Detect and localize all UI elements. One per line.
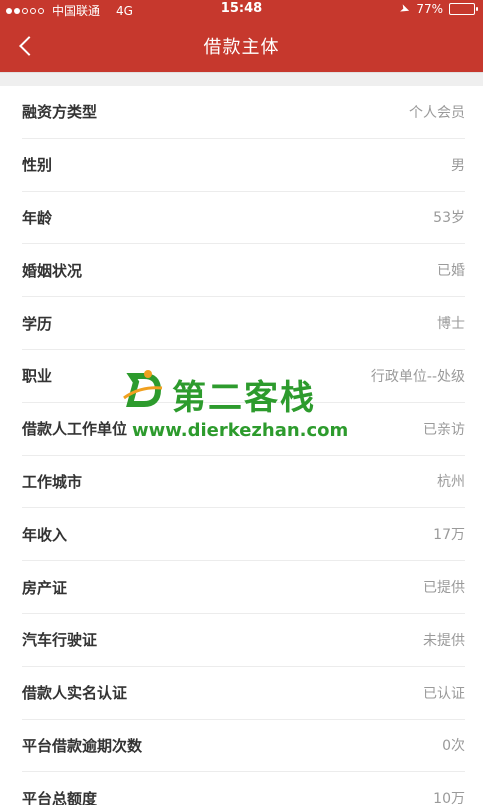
info-row: 借款人实名认证 已认证 (22, 667, 465, 720)
battery-icon (449, 3, 478, 15)
row-value: 男 (451, 157, 465, 174)
info-list: 融资方类型 个人会员性别 男年龄 53岁婚姻状况 已婚学历 博士职业 行政单位--处级借款人… (0, 86, 483, 805)
info-row: 平台借款逾期次数 0次 (22, 720, 465, 773)
info-row: 性别 男 (22, 139, 465, 192)
battery-percent: 77% (416, 2, 443, 16)
row-label: 借款人工作单位 (22, 420, 128, 439)
info-row: 工作城市 杭州 (22, 456, 465, 509)
info-row: 借款人工作单位 已亲访 (22, 403, 465, 456)
info-row: 年收入 17万 (22, 508, 465, 562)
row-label: 年收入 (22, 525, 68, 544)
row-label: 年龄 (22, 208, 53, 227)
info-row: 汽车行驶证 未提供 (22, 614, 465, 667)
info-row: 职业 行政单位--处级 (22, 350, 465, 403)
row-value: 53岁 (433, 210, 465, 227)
row-label: 婚姻状况 (22, 261, 83, 280)
header-bar: 中国联通 4G 15:48 ➤ 77% 借款主体 (0, 0, 483, 72)
row-value: 17万 (433, 527, 465, 544)
row-label: 平台借款逾期次数 (22, 736, 143, 755)
section-divider (0, 72, 483, 86)
row-label: 职业 (22, 367, 53, 386)
row-label: 汽车行驶证 (22, 631, 98, 650)
info-row: 婚姻状况 已婚 (22, 244, 465, 298)
row-value: 个人会员 (409, 104, 465, 121)
info-row: 平台总额度 10万 (22, 772, 465, 805)
row-label: 工作城市 (22, 472, 83, 491)
row-label: 学历 (22, 314, 53, 333)
info-row: 融资方类型 个人会员 (22, 86, 465, 139)
row-label: 性别 (22, 156, 53, 175)
row-value: 行政单位--处级 (370, 368, 465, 385)
row-value: 杭州 (437, 474, 465, 491)
page-title: 借款主体 (203, 37, 280, 58)
row-value: 已认证 (423, 685, 465, 702)
row-value: 博士 (437, 316, 465, 333)
info-row: 学历 博士 (22, 297, 465, 350)
info-row: 年龄 53岁 (22, 192, 465, 245)
status-right: ➤ 77% (398, 0, 478, 18)
row-value: 未提供 (423, 632, 465, 649)
row-value: 10万 (433, 791, 465, 805)
app-screen: 中国联通 4G 15:48 ➤ 77% 借款主体 融资方类型 个人会员性别 男年龄 5… (0, 0, 483, 805)
row-value: 0次 (442, 738, 465, 755)
row-label: 房产证 (22, 578, 68, 597)
back-button[interactable] (16, 32, 40, 60)
info-row: 房产证 已提供 (22, 561, 465, 614)
row-label: 融资方类型 (22, 103, 98, 122)
location-arrow-icon: ➤ (398, 0, 413, 18)
nav-bar: 借款主体 (0, 20, 483, 72)
row-label: 平台总额度 (22, 789, 98, 805)
row-value: 已婚 (437, 263, 465, 280)
row-label: 借款人实名认证 (22, 684, 128, 703)
status-bar: 中国联通 4G 15:48 ➤ 77% (0, 0, 483, 20)
row-value: 已亲访 (423, 421, 465, 438)
row-value: 已提供 (423, 580, 465, 597)
